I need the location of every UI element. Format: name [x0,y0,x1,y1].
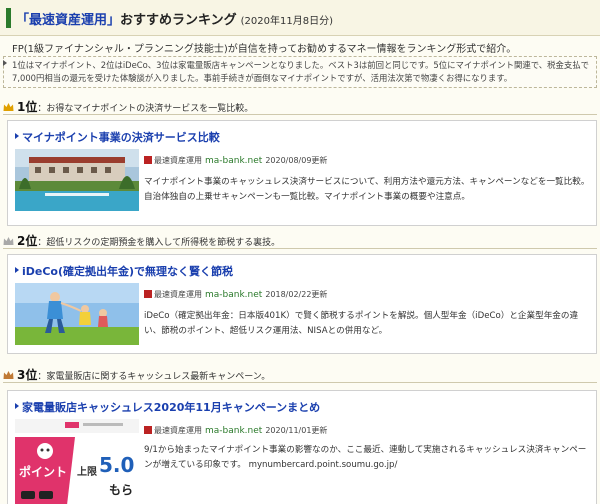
rank-2-summary: 超低リスクの定期預金を購入して所得税を節税する裏技。 [46,238,281,248]
rank-3-card-title[interactable]: 家電量販店キャッシュレス2020年11月キャンペーンまとめ [15,399,320,415]
title-suffix: おすすめランキング [120,13,237,28]
ranking-notice: 1位はマイナポイント、2位はiDeCo、3位は家電量販店キャンペーンとなりました… [3,56,597,88]
rank-3-thumbnail[interactable]: ポイント 上限 5.0 もら [15,419,139,504]
rank-3-meta: 最速資産運用 ma-bank.net 2020/11/01更新 [144,425,327,436]
banner-amount-text: 5.0 [99,453,135,477]
rank-3-card[interactable]: 家電量販店キャッシュレス2020年11月キャンペーンまとめ ポイント 上限 5.… [7,390,597,504]
source-logo-icon [144,426,152,434]
rank-3-source: 最速資産運用 [154,426,202,435]
rank-2-card-title[interactable]: iDeCo(確定拠出年金)で無理なく賢く節税 [15,263,233,279]
rank-2-source: 最速資産運用 [154,290,202,299]
rank-2-updated: 2018/02/22更新 [265,290,328,299]
family-photo-image [15,283,139,345]
rank-1-label: 1位 [17,100,38,114]
rank-2-thumbnail[interactable] [15,283,139,345]
banner-get-text: もら [109,483,134,497]
rank-2-description: iDeCo（確定拠出年金：日本版401K）で賢く節税するポイントを解説。個人型年… [144,311,579,336]
banner-limit-text: 上限 [77,467,97,478]
rank-1-updated: 2020/08/09更新 [265,156,328,165]
page-header: 「最速資産運用」おすすめランキング (2020年11月8日分) [0,0,600,36]
page-title: 「最速資産運用」おすすめランキング (2020年11月8日分) [16,9,333,28]
source-logo-icon [144,290,152,298]
rank-2-label: 2位 [17,234,38,248]
crown-bronze-icon [3,371,14,379]
rank-3-updated: 2020/11/01更新 [265,426,328,435]
rank-3-label: 3位 [17,368,38,382]
rank-1-card[interactable]: マイナポイント事業の決済サービス比較 最速資産運用 ma-bank.net 2020… [7,120,597,226]
banner-point-text: ポイント [19,465,68,479]
header-accent-bar [6,8,11,28]
rank-2-meta: 最速資産運用 ma-bank.net 2018/02/22更新 [144,289,327,300]
rank-1-meta: 最速資産運用 ma-bank.net 2020/08/09更新 [144,155,327,166]
rank-2-heading: 2位：超低リスクの定期預金を購入して所得税を節税する裏技。 [3,232,597,249]
intro-text: FP(1級ファイナンシャル・プランニング技能士)が自信を持ってお勧めするマネー情… [12,44,517,55]
site-title-link[interactable]: 「最速資産運用」 [16,13,120,28]
rank-1-thumbnail[interactable] [15,149,139,211]
ranking-date: (2020年11月8日分) [240,16,333,27]
rank-1-source: 最速資産運用 [154,156,202,165]
rank-3-description: 9/1から始まったマイナポイント事業の影響なのか、ここ最近、連動して実施されるキ… [144,445,587,470]
resort-photo-image [15,149,139,211]
crown-gold-icon [3,103,14,111]
rank-1-heading: 1位：お得なマイナポイントの決済サービスを一覧比較。 [3,98,597,115]
crown-silver-icon [3,237,14,245]
rank-2-card[interactable]: iDeCo(確定拠出年金)で無理なく賢く節税 最速資産運用 ma-bank.net… [7,254,597,354]
source-logo-icon [144,156,152,164]
rank-3-site[interactable]: ma-bank.net [205,426,262,436]
rank-1-card-title[interactable]: マイナポイント事業の決済サービス比較 [15,129,220,145]
rank-3-heading: 3位：家電量販店に関するキャッシュレス最新キャンペーン。 [3,366,597,383]
rank-2-site[interactable]: ma-bank.net [205,290,262,300]
rank-3-summary: 家電量販店に関するキャッシュレス最新キャンペーン。 [46,372,271,382]
rank-1-description: マイナポイント事業のキャッシュレス決済サービスについて、利用方法や還元方法、キャ… [144,177,590,202]
rank-1-site[interactable]: ma-bank.net [205,156,262,166]
rank-1-summary: お得なマイナポイントの決済サービスを一覧比較。 [46,104,254,114]
